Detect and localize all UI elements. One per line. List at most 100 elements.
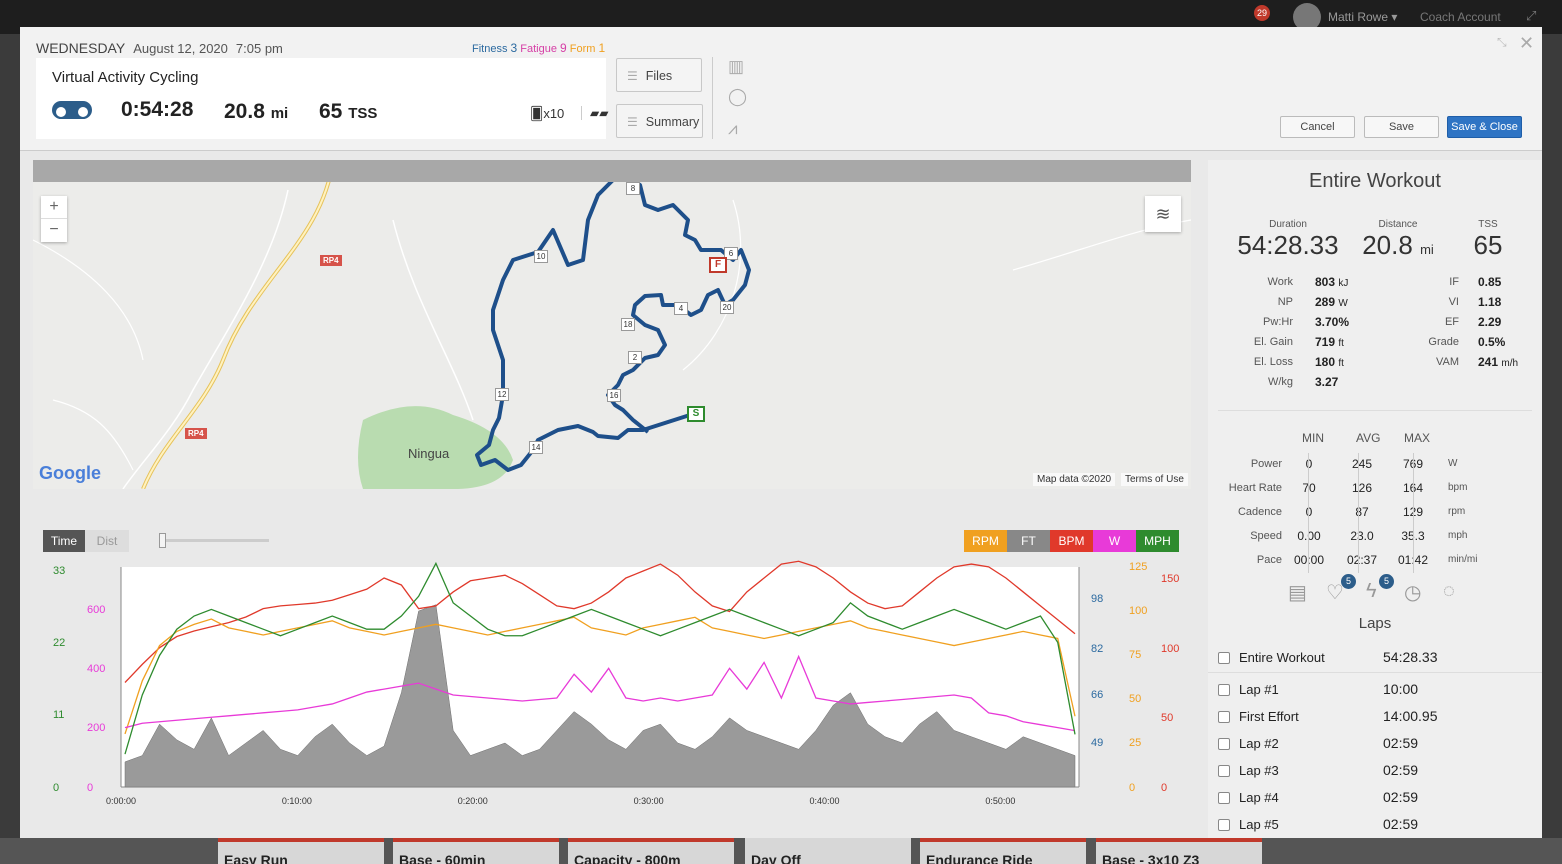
rpe-indicator[interactable]: 🂠x10 bbox=[530, 106, 564, 122]
route-marker[interactable]: 2 bbox=[628, 351, 642, 364]
notes-icon[interactable]: ▤ bbox=[1288, 580, 1307, 605]
user-menu[interactable]: Matti Rowe ▾ bbox=[1328, 10, 1397, 24]
metric-label-text: VAM bbox=[1435, 356, 1459, 368]
legend-mph[interactable]: MPH bbox=[1136, 530, 1179, 552]
distance-stat: Distance 20.8 mi bbox=[1358, 219, 1438, 261]
lap-row[interactable]: Entire Workout 54:28.33 bbox=[1208, 647, 1542, 673]
y-tick-label: 100 bbox=[1161, 643, 1179, 655]
lap-checkbox[interactable] bbox=[1218, 711, 1230, 723]
lap-row[interactable]: Lap #1 10:00 bbox=[1208, 679, 1542, 705]
lap-row[interactable]: Lap #3 02:59 bbox=[1208, 760, 1542, 786]
tss-label: TSS bbox=[1478, 219, 1498, 230]
y-tick-label: 400 bbox=[87, 663, 105, 675]
stats-avg: 02:37 bbox=[1346, 553, 1378, 567]
tss-stat-value: 65 bbox=[1473, 230, 1503, 260]
zoom-control[interactable]: + − bbox=[41, 196, 67, 242]
slider-handle[interactable] bbox=[159, 533, 166, 548]
metric-value: 180 ft bbox=[1315, 355, 1344, 369]
summary-button[interactable]: ☰ Summary bbox=[616, 104, 703, 138]
legend-rpm[interactable]: RPM bbox=[964, 530, 1007, 552]
lap-checkbox[interactable] bbox=[1218, 738, 1230, 750]
metric-value-number: 2.29 bbox=[1478, 315, 1502, 329]
zoom-out-button[interactable]: − bbox=[41, 219, 67, 242]
calendar-workout[interactable]: Endurance Ride bbox=[920, 838, 1086, 864]
notification-badge[interactable]: 29 bbox=[1254, 5, 1270, 21]
lap-checkbox[interactable] bbox=[1218, 792, 1230, 804]
route-marker[interactable]: 12 bbox=[495, 388, 509, 401]
calendar-workout[interactable]: Easy Run bbox=[218, 838, 384, 864]
metric-unit: m/h bbox=[1501, 358, 1519, 369]
route-map[interactable]: + − ≋ RP4 RP4 Ningua 8 6 10 4 20 18 2 16 12 14 F S… bbox=[33, 160, 1191, 489]
lap-row[interactable]: Lap #4 02:59 bbox=[1208, 787, 1542, 813]
save-button[interactable]: Save bbox=[1364, 116, 1439, 138]
zoom-in-button[interactable]: + bbox=[41, 196, 67, 219]
legend-w[interactable]: W bbox=[1093, 530, 1136, 552]
workout-graph[interactable]: Time Dist RPM FT BPM W MPH 0:00:00 0:10:0… bbox=[33, 517, 1191, 827]
stats-avg: 87 bbox=[1355, 505, 1369, 519]
metric-value: 241 m/h bbox=[1478, 355, 1518, 369]
route-marker[interactable]: 14 bbox=[529, 441, 543, 454]
stats-avg: 245 bbox=[1351, 457, 1373, 471]
metric-value-number: 3.70% bbox=[1315, 315, 1350, 329]
minimize-icon[interactable]: ⤡ bbox=[1497, 35, 1507, 50]
column-divider bbox=[1358, 549, 1359, 573]
close-icon[interactable]: ✕ bbox=[1519, 33, 1534, 54]
time-toggle[interactable]: Time bbox=[43, 530, 85, 552]
coach-account-link[interactable]: Coach Account bbox=[1420, 10, 1501, 24]
route-marker[interactable]: 4 bbox=[674, 302, 688, 315]
lap-checkbox[interactable] bbox=[1218, 765, 1230, 777]
expand-icon[interactable]: ⤢ bbox=[1526, 8, 1536, 24]
lap-checkbox[interactable] bbox=[1218, 684, 1230, 696]
calendar-workout[interactable]: Base - 3x10 Z3 bbox=[1096, 838, 1262, 864]
comment-icon[interactable]: ◯ bbox=[728, 87, 747, 107]
y-tick-label: 0 bbox=[53, 782, 59, 794]
distance-number: 20.8 bbox=[1362, 230, 1413, 260]
route-marker[interactable]: 18 bbox=[621, 318, 635, 331]
circle-icon[interactable]: ◌ bbox=[1443, 580, 1455, 603]
layers-icon[interactable]: ≋ bbox=[1145, 196, 1181, 232]
route-marker[interactable]: 16 bbox=[607, 389, 621, 402]
bolt-icon[interactable]: ϟ bbox=[1366, 580, 1377, 603]
cancel-button[interactable]: Cancel bbox=[1280, 116, 1355, 138]
column-divider bbox=[1308, 477, 1309, 501]
route-marker[interactable]: 8 bbox=[626, 182, 640, 195]
list-icon: ☰ bbox=[627, 69, 638, 83]
lap-row[interactable]: Lap #5 02:59 bbox=[1208, 814, 1542, 838]
files-button[interactable]: ☰ Files bbox=[616, 58, 702, 92]
route-marker[interactable]: 10 bbox=[534, 250, 548, 263]
metric-label-text: IF bbox=[1449, 276, 1459, 288]
lap-checkbox[interactable] bbox=[1218, 819, 1230, 831]
comments-icon[interactable]: ▰▰ bbox=[581, 106, 608, 120]
start-marker[interactable]: S bbox=[687, 406, 705, 422]
y-tick-label: 33 bbox=[53, 565, 65, 577]
workout-distance: 20.8 mi bbox=[224, 100, 288, 124]
lap-checkbox[interactable] bbox=[1218, 652, 1230, 664]
bar-chart-icon[interactable]: ▥ bbox=[728, 57, 744, 77]
finish-marker[interactable]: F bbox=[709, 257, 727, 273]
terms-link[interactable]: Terms of Use bbox=[1121, 473, 1188, 486]
lap-name: Lap #5 bbox=[1239, 817, 1279, 832]
lap-row[interactable]: Lap #2 02:59 bbox=[1208, 733, 1542, 759]
lap-row[interactable]: First Effort 14:00.95 bbox=[1208, 706, 1542, 732]
clock-icon[interactable]: ◷ bbox=[1404, 580, 1421, 605]
smoothing-slider[interactable] bbox=[159, 533, 269, 548]
graph-canvas[interactable]: 0:00:00 0:10:00 0:20:00 0:30:00 0:40:00 0:50:… bbox=[33, 557, 1191, 827]
legend-bpm[interactable]: BPM bbox=[1050, 530, 1093, 552]
avg-header: AVG bbox=[1356, 431, 1381, 445]
workout-title[interactable]: Virtual Activity Cycling bbox=[52, 69, 198, 86]
y-tick-label: 25 bbox=[1129, 737, 1141, 749]
calendar-workout[interactable]: Capacity - 800m bbox=[568, 838, 734, 864]
y-tick-label: 100 bbox=[1129, 605, 1147, 617]
dist-toggle[interactable]: Dist bbox=[85, 530, 129, 552]
divider bbox=[1218, 410, 1532, 411]
calendar-workout[interactable]: Day Off bbox=[745, 838, 911, 864]
y-tick-label: 600 bbox=[87, 604, 105, 616]
save-close-button[interactable]: Save & Close bbox=[1447, 116, 1522, 138]
legend-ft[interactable]: FT bbox=[1007, 530, 1050, 552]
y-tick-label: 66 bbox=[1091, 689, 1103, 701]
metric-value: 803 kJ bbox=[1315, 275, 1348, 289]
line-chart-icon[interactable]: ⩘ bbox=[728, 119, 738, 139]
rpe-value: x10 bbox=[543, 106, 565, 121]
calendar-workout[interactable]: Base - 60min bbox=[393, 838, 559, 864]
route-marker[interactable]: 20 bbox=[720, 301, 734, 314]
